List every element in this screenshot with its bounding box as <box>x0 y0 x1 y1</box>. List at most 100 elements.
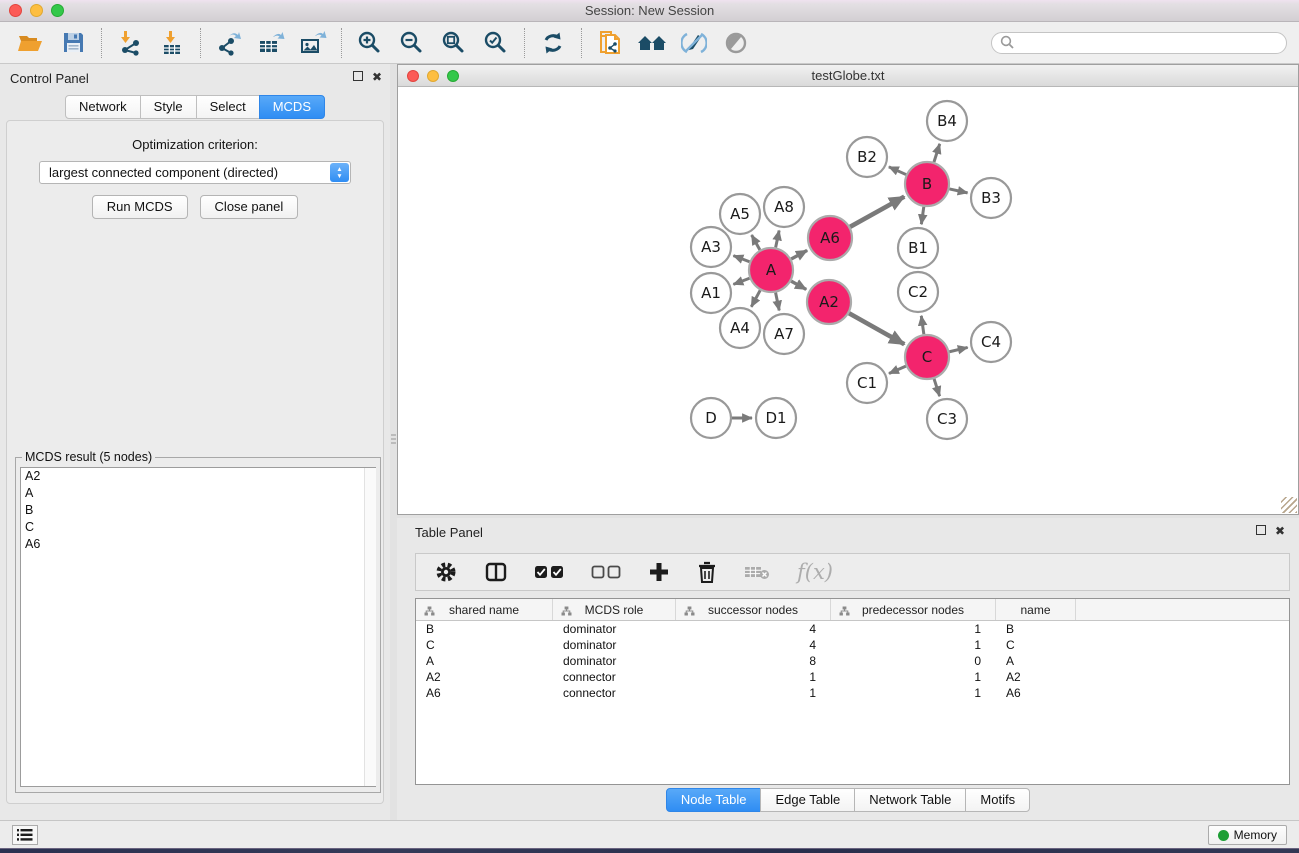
graph-edge-A6-B[interactable] <box>850 197 904 227</box>
graph-node-B1[interactable]: B1 <box>898 228 938 268</box>
tab-motifs[interactable]: Motifs <box>965 788 1030 812</box>
tab-network-table[interactable]: Network Table <box>854 788 966 812</box>
graph-node-A[interactable]: A <box>749 248 793 292</box>
open-file-icon[interactable] <box>14 26 48 60</box>
graph-edge-C-C1[interactable] <box>889 366 906 373</box>
table-row[interactable]: Cdominator41C <box>416 637 1289 653</box>
home-icon[interactable] <box>635 26 669 60</box>
mcds-result-item[interactable]: A <box>21 485 375 502</box>
table-cell[interactable]: C <box>416 637 553 653</box>
tab-node-table[interactable]: Node Table <box>666 788 762 812</box>
tab-mcds[interactable]: MCDS <box>259 95 325 119</box>
graph-node-C1[interactable]: C1 <box>847 363 887 403</box>
mcds-result-list[interactable]: A2ABCA6 <box>20 467 376 787</box>
table-cell[interactable]: connector <box>553 669 676 685</box>
splitter-grip[interactable] <box>391 434 396 446</box>
graph-node-D1[interactable]: D1 <box>756 398 796 438</box>
table-cell[interactable]: 1 <box>676 669 831 685</box>
table-row[interactable]: A6connector11A6 <box>416 685 1289 701</box>
graph-edge-A-A6[interactable] <box>791 250 807 259</box>
show-graphics-details-icon[interactable] <box>719 26 753 60</box>
table-cell[interactable]: 8 <box>676 653 831 669</box>
graph-node-B4[interactable]: B4 <box>927 101 967 141</box>
table-cell[interactable]: 4 <box>676 637 831 653</box>
add-column-icon[interactable] <box>648 558 670 586</box>
table-cell[interactable]: 1 <box>831 669 996 685</box>
tab-network[interactable]: Network <box>65 95 141 119</box>
delete-column-icon[interactable] <box>697 558 717 586</box>
table-cell[interactable]: A2 <box>416 669 553 685</box>
zoom-fit-icon[interactable] <box>437 26 471 60</box>
export-image-icon[interactable] <box>296 26 330 60</box>
graph-node-C4[interactable]: C4 <box>971 322 1011 362</box>
table-cell[interactable]: A2 <box>996 669 1076 685</box>
graph-edge-A2-C[interactable] <box>849 313 904 344</box>
table-cell[interactable]: A <box>416 653 553 669</box>
save-session-icon[interactable] <box>56 26 90 60</box>
tab-select[interactable]: Select <box>196 95 260 119</box>
table-cell[interactable]: C <box>996 637 1076 653</box>
table-row[interactable]: Adominator80A <box>416 653 1289 669</box>
copy-current-layout-icon[interactable] <box>593 26 627 60</box>
export-table-icon[interactable] <box>254 26 288 60</box>
zoom-selected-icon[interactable] <box>479 26 513 60</box>
search-input[interactable] <box>991 32 1287 54</box>
criterion-select[interactable]: largest connected component (directed) ▲… <box>39 161 351 184</box>
graph-node-A2[interactable]: A2 <box>807 280 851 324</box>
window-resize-grip[interactable] <box>1281 497 1297 513</box>
column-header[interactable]: MCDS role <box>553 599 676 620</box>
table-cell[interactable]: A6 <box>996 685 1076 701</box>
mcds-result-item[interactable]: B <box>21 502 375 519</box>
column-header[interactable]: predecessor nodes <box>831 599 996 620</box>
graph-edge-A-A3[interactable] <box>733 256 749 262</box>
graph-node-C[interactable]: C <box>905 335 949 379</box>
column-header[interactable]: successor nodes <box>676 599 831 620</box>
task-history-button[interactable] <box>12 825 38 845</box>
graph-node-C3[interactable]: C3 <box>927 399 967 439</box>
graph-edge-C-C3[interactable] <box>934 379 940 396</box>
table-cell[interactable]: 0 <box>831 653 996 669</box>
graph-edge-A-A1[interactable] <box>733 278 749 284</box>
close-table-panel-icon[interactable]: ✖ <box>1275 524 1285 538</box>
mcds-result-item[interactable]: A6 <box>21 536 375 553</box>
refresh-icon[interactable] <box>536 26 570 60</box>
graph-edge-A-A7[interactable] <box>776 293 780 311</box>
graph-node-B[interactable]: B <box>905 162 949 206</box>
table-cell[interactable]: B <box>996 621 1076 637</box>
deselect-all-checkboxes-icon[interactable] <box>591 558 621 586</box>
float-panel-icon[interactable] <box>353 70 363 84</box>
select-all-checkboxes-icon[interactable] <box>534 558 564 586</box>
graph-node-A3[interactable]: A3 <box>691 227 731 267</box>
table-cell[interactable]: dominator <box>553 637 676 653</box>
graph-node-A7[interactable]: A7 <box>764 314 804 354</box>
table-cell[interactable]: 1 <box>831 621 996 637</box>
table-cell[interactable]: A <box>996 653 1076 669</box>
run-mcds-button[interactable]: Run MCDS <box>92 195 188 219</box>
mcds-result-item[interactable]: C <box>21 519 375 536</box>
vertical-splitter[interactable] <box>390 64 397 820</box>
table-cell[interactable]: 1 <box>831 637 996 653</box>
network-canvas-svg[interactable]: B4B2BB3A5A8A6A3B1AA1C2A2A4A7C4CC1C3DD1 <box>399 87 1297 514</box>
table-settings-icon[interactable] <box>434 558 458 586</box>
graph-node-A6[interactable]: A6 <box>808 216 852 260</box>
graph-edge-B-B4[interactable] <box>934 144 940 162</box>
window-titlebar[interactable]: Session: New Session <box>0 0 1299 22</box>
mcds-result-scrollbar[interactable] <box>364 468 376 786</box>
function-builder-icon[interactable]: f(x) <box>797 558 833 586</box>
table-cell[interactable]: 1 <box>676 685 831 701</box>
graph-edge-A-A8[interactable] <box>776 231 780 248</box>
zoom-in-icon[interactable] <box>353 26 387 60</box>
import-network-icon[interactable] <box>113 26 147 60</box>
graph-edge-B-B1[interactable] <box>921 207 923 224</box>
table-row[interactable]: Bdominator41B <box>416 621 1289 637</box>
import-table-icon[interactable] <box>155 26 189 60</box>
graph-node-B2[interactable]: B2 <box>847 137 887 177</box>
graph-node-D[interactable]: D <box>691 398 731 438</box>
tab-edge-table[interactable]: Edge Table <box>760 788 855 812</box>
delete-table-icon[interactable] <box>744 558 770 586</box>
graph-edge-B-B3[interactable] <box>949 189 967 193</box>
column-header[interactable]: shared name <box>416 599 553 620</box>
column-header[interactable]: name <box>996 599 1076 620</box>
float-table-panel-icon[interactable] <box>1256 524 1266 538</box>
graph-node-A5[interactable]: A5 <box>720 194 760 234</box>
